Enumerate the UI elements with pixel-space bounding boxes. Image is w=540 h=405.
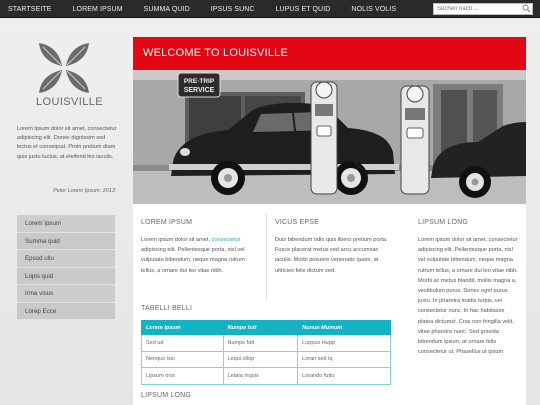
hero-sign-line2: SERVICE [184, 87, 215, 94]
nav-item-ipsus-sunc[interactable]: Ipsus sunc [211, 6, 255, 13]
table-row: Lipsum orot Letata inquis Lorando futtu [141, 367, 391, 385]
col3-text: Lorem ipsum dolor sit amet, consectetur … [418, 237, 518, 356]
col1-text-end: adipiscing elit. Pellentesque porta, nis… [141, 247, 245, 274]
hero-illustration: PRE-TRIP SERVICE [133, 70, 526, 204]
column-divider [266, 214, 267, 299]
sidebar-item-lopis-quid[interactable]: Lopis quid [17, 267, 115, 285]
table-heading: TABELLI BELLI [141, 305, 193, 312]
col2-text: Duis bibendum odio quis libero pretium p… [275, 237, 388, 274]
col3-heading: LIPSUM LONG [418, 219, 469, 226]
louisville-logo-icon [39, 43, 89, 93]
sidebar-menu: Lorem Ipsum Summa quid Epsod ullu Lopis … [17, 215, 115, 320]
hero-image: PRE-TRIP SERVICE [133, 70, 526, 204]
nav-item-startseite[interactable]: Startseite [8, 6, 52, 13]
data-table: Lorem Ipsum Numpe futt Nunun Mumum Sed u… [141, 320, 391, 385]
sidebar-intro-text: Lorem ipsum dolor sit amet, consectetur … [17, 126, 117, 160]
table-cell: Nenquo issi [141, 350, 224, 368]
table-cell: Lipsum orot [141, 367, 224, 385]
col1-text: Lorem ipsum dolor sit amet, consectetur … [141, 235, 259, 276]
sidebar-signature: Peter Lorem Ipsum, 2013 [52, 188, 115, 194]
table-row: Nenquo issi Lequi ollop Loran sed iq [141, 350, 391, 368]
bottom-heading: LIPSUM LONG [141, 392, 192, 399]
nav-item-summa-quid[interactable]: Summa quid [144, 6, 190, 13]
sidebar-item-lorem-ipsum[interactable]: Lorem Ipsum [17, 215, 115, 233]
sidebar-item-epsod-ullu[interactable]: Epsod ullu [17, 250, 115, 268]
table-cell: Numpe fatt [222, 334, 299, 352]
sidebar-item-irma-visus[interactable]: Irma visus [17, 285, 115, 303]
sidebar-item-lorep-ecce[interactable]: Lorep Ecce [17, 302, 115, 320]
col2-heading: VICUS EPSE [275, 219, 320, 226]
table-header-row: Lorem Ipsum Numpe futt Nunun Mumum [141, 320, 391, 335]
table-row: Sed ud Numpe fatt Luppus Hupp [141, 334, 391, 352]
table-cell: Lequi ollop [222, 350, 299, 368]
table-header-cell: Numpe futt [222, 320, 299, 335]
table-header-cell: Nunun Mumum [297, 320, 391, 335]
search-input[interactable] [433, 3, 533, 15]
nav-item-lorem-ipsum[interactable]: Lorem ipsum [73, 6, 123, 13]
search-icon[interactable] [522, 4, 531, 13]
sidebar-item-summa-quid[interactable]: Summa quid [17, 232, 115, 250]
table-cell: Letata inquis [222, 367, 299, 385]
table-cell: Lorando futtu [297, 367, 391, 385]
table-cell: Loran sed iq [297, 350, 391, 368]
top-navigation: Startseite Lorem ipsum Summa quid Ipsus … [0, 0, 540, 18]
col1-link[interactable]: consectetur [212, 237, 241, 243]
page-title-banner: WELCOME TO LOUISVILLE [133, 37, 526, 70]
brand-name: LOUISVILLE [36, 96, 103, 108]
nav-item-lupus-et-quid[interactable]: Lupus et quid [276, 6, 331, 13]
table-cell: Sed ud [141, 334, 224, 352]
table-cell: Luppus Hupp [297, 334, 391, 352]
hero-sign-line1: PRE-TRIP [184, 78, 215, 85]
col1-heading: LOREM IPSUM [141, 219, 193, 226]
nav-item-nolis-volis[interactable]: Nolis volis [351, 6, 396, 13]
table-header-cell: Lorem Ipsum [141, 320, 224, 335]
col1-text-start: Lorem ipsum dolor sit amet, [141, 237, 212, 243]
